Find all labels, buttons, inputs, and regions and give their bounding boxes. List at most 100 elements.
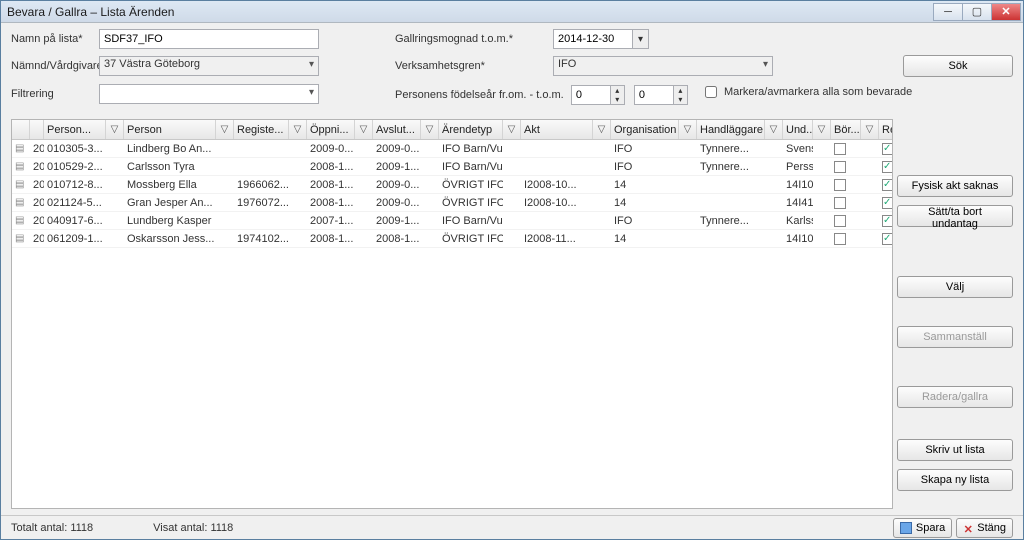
row-checkbox[interactable]	[834, 233, 846, 245]
skrivut-button[interactable]: Skriv ut lista	[897, 439, 1013, 461]
row-checkbox[interactable]	[834, 161, 846, 173]
cell	[503, 140, 521, 157]
cell	[861, 176, 879, 193]
gallr-date-input[interactable]	[553, 29, 633, 49]
satt-button[interactable]: Sätt/ta bort undantag	[897, 205, 1013, 227]
column-filter-icon[interactable]: ▽	[421, 120, 439, 139]
column-filter-icon[interactable]: ▽	[679, 120, 697, 139]
column-header[interactable]: Bör...	[831, 120, 861, 139]
cell	[861, 194, 879, 211]
column-header[interactable]: Regel	[879, 120, 893, 139]
row-checkbox[interactable]	[882, 215, 892, 227]
verk-combo[interactable]: IFO	[553, 56, 773, 76]
column-header[interactable]: Und...	[783, 120, 813, 139]
birth-from-input[interactable]	[571, 85, 611, 105]
cell	[503, 194, 521, 211]
gallr-date[interactable]: ▾	[553, 29, 733, 49]
table-row[interactable]: ▤20040917-6...Lundberg Kasper2007-1...20…	[12, 212, 892, 230]
cell	[679, 212, 697, 229]
valj-button[interactable]: Välj	[897, 276, 1013, 298]
cell	[355, 140, 373, 157]
cell	[106, 230, 124, 247]
cell	[697, 194, 765, 211]
cell	[813, 176, 831, 193]
column-filter-icon[interactable]: ▽	[861, 120, 879, 139]
column-header[interactable]: Ärendetyp	[439, 120, 503, 139]
namnd-combo[interactable]: 37 Västra Göteborg	[99, 56, 319, 76]
fysisk-button[interactable]: Fysisk akt saknas	[897, 175, 1013, 197]
column-header[interactable]: Organisation	[611, 120, 679, 139]
cell: Persson Pelle	[783, 158, 813, 175]
column-header[interactable]: Akt	[521, 120, 593, 139]
mark-all-checkbox[interactable]: Markera/avmarkera alla som bevarade	[701, 83, 912, 101]
column-filter-icon[interactable]: ▽	[593, 120, 611, 139]
namn-input[interactable]	[99, 29, 319, 49]
table-row[interactable]: ▤20010529-2...Carlsson Tyra2008-1...2009…	[12, 158, 892, 176]
column-filter-icon[interactable]: ▽	[765, 120, 783, 139]
column-filter-icon[interactable]: ▽	[216, 120, 234, 139]
cell	[593, 140, 611, 157]
column-header[interactable]: Registe...	[234, 120, 289, 139]
row-checkbox[interactable]	[834, 179, 846, 191]
cell: Tynnere...	[697, 212, 765, 229]
minimize-button[interactable]: ─	[933, 3, 963, 21]
row-checkbox[interactable]	[834, 197, 846, 209]
maximize-button[interactable]: ▢	[962, 3, 992, 21]
column-filter-icon[interactable]: ▽	[355, 120, 373, 139]
table-row[interactable]: ▤20010712-8...Mossberg Ella1966062...200…	[12, 176, 892, 194]
results-grid[interactable]: Person...▽Person▽Registe...▽Öppni...▽Avs…	[11, 119, 893, 509]
column-header[interactable]: Öppni...	[307, 120, 355, 139]
grid-body[interactable]: ▤20010305-3...Lindberg Bo An...2009-0...…	[12, 140, 892, 508]
column-filter-icon[interactable]: ▽	[289, 120, 307, 139]
cell: 14	[611, 230, 679, 247]
cell	[234, 158, 289, 175]
column-filter-icon[interactable]: ▽	[503, 120, 521, 139]
cell: 20	[30, 176, 44, 193]
row-checkbox[interactable]	[882, 179, 892, 191]
cell	[216, 176, 234, 193]
row-checkbox[interactable]	[882, 197, 892, 209]
cell: 061209-1...	[44, 230, 106, 247]
cell: 20	[30, 194, 44, 211]
column-header[interactable]: Handläggare	[697, 120, 765, 139]
calendar-icon[interactable]: ▾	[633, 29, 649, 49]
sok-button[interactable]: Sök	[903, 55, 1013, 77]
column-header[interactable]	[30, 120, 44, 139]
row-icon: ▤	[12, 140, 30, 157]
stang-button[interactable]: ✕Stäng	[956, 518, 1013, 538]
cell	[421, 158, 439, 175]
column-header[interactable]: Avslut...	[373, 120, 421, 139]
cell	[861, 158, 879, 175]
birth-to-input[interactable]	[634, 85, 674, 105]
row-checkbox[interactable]	[882, 233, 892, 245]
birth-from-spin[interactable]: ▴▾	[571, 85, 625, 105]
spara-button[interactable]: Spara	[893, 518, 952, 538]
filtrering-combo[interactable]	[99, 84, 319, 104]
samman-button: Sammanställ	[897, 326, 1013, 348]
row-checkbox[interactable]	[882, 143, 892, 155]
column-header[interactable]: Person...	[44, 120, 106, 139]
row-checkbox[interactable]	[834, 143, 846, 155]
column-filter-icon[interactable]: ▽	[813, 120, 831, 139]
birth-to-spin[interactable]: ▴▾	[634, 85, 688, 105]
table-row[interactable]: ▤20061209-1...Oskarsson Jess...1974102..…	[12, 230, 892, 248]
table-row[interactable]: ▤20010305-3...Lindberg Bo An...2009-0...…	[12, 140, 892, 158]
row-checkbox[interactable]	[834, 215, 846, 227]
cell	[697, 176, 765, 193]
row-checkbox[interactable]	[882, 161, 892, 173]
cell: IFO	[611, 212, 679, 229]
column-header[interactable]	[12, 120, 30, 139]
cell	[503, 176, 521, 193]
table-row[interactable]: ▤20021124-5...Gran Jesper An...1976072..…	[12, 194, 892, 212]
column-header[interactable]: Person	[124, 120, 216, 139]
skapa-button[interactable]: Skapa ny lista	[897, 469, 1013, 491]
close-window-button[interactable]: ✕	[991, 3, 1021, 21]
cell: Karlsson Kalle	[783, 212, 813, 229]
cell: 2009-1...	[373, 158, 421, 175]
cell	[765, 176, 783, 193]
cell: 2008-1...	[307, 176, 355, 193]
column-filter-icon[interactable]: ▽	[106, 120, 124, 139]
cell: Lindberg Bo An...	[124, 140, 216, 157]
cell: 2009-0...	[307, 140, 355, 157]
radera-button: Radera/gallra	[897, 386, 1013, 408]
